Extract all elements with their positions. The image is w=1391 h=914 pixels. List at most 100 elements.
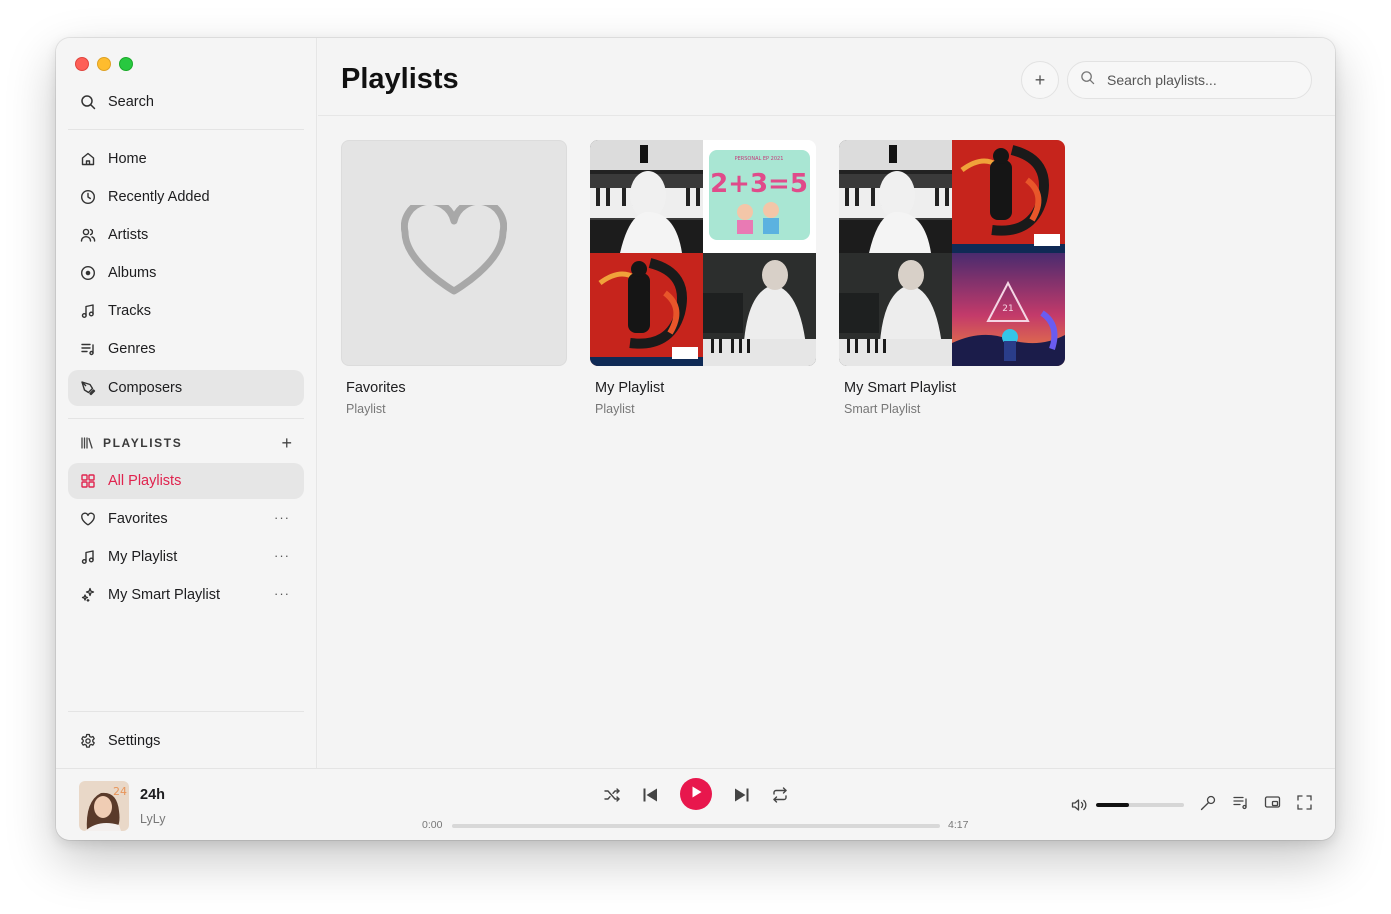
playlist-card-title: My Smart Playlist: [844, 380, 956, 396]
sidebar-item-tracks[interactable]: Tracks: [68, 293, 304, 329]
search-icon: [1080, 70, 1107, 90]
playlist-card-favorites[interactable]: Favorites Playlist: [341, 140, 567, 416]
add-playlist-button[interactable]: +: [281, 433, 292, 453]
expand-icon: [1296, 794, 1313, 816]
page-title: Playlists: [341, 63, 459, 95]
shuffle-icon: [603, 786, 621, 809]
heart-icon: [80, 511, 96, 527]
previous-track-button[interactable]: [635, 782, 665, 812]
sidebar-item-favorites[interactable]: Favorites ···: [68, 501, 304, 537]
next-track-button[interactable]: [727, 782, 757, 812]
sidebar-divider: [68, 129, 304, 130]
heart-icon: [400, 197, 508, 302]
playlist-cover[interactable]: 21: [839, 140, 1065, 366]
album-art-sunset: 21: [952, 253, 1065, 366]
sidebar-item-all-playlists[interactable]: All Playlists: [68, 463, 304, 499]
sidebar-item-home[interactable]: Home: [68, 141, 304, 177]
album-art-piano: [839, 140, 952, 253]
lyrics-button[interactable]: [1198, 795, 1218, 815]
sidebar-item-composers[interactable]: Composers: [68, 370, 304, 406]
album-art-text: 2+3=5: [710, 169, 808, 199]
app-window: Search Home Recently Added Artists Album…: [56, 38, 1335, 840]
sidebar-divider: [68, 418, 304, 419]
total-duration: 4:17: [948, 819, 969, 831]
volume-level: [1096, 803, 1130, 807]
playlist-cover[interactable]: [341, 140, 567, 366]
playlist-card-my-playlist[interactable]: PERSONAL EP 2021 2+3=5 My Playlist Playl…: [590, 140, 816, 416]
window-controls: [75, 57, 133, 71]
album-art-caption: PERSONAL EP 2021: [735, 156, 784, 162]
music-note-icon: [80, 303, 96, 319]
devices-icon: [1264, 794, 1281, 816]
playlists-section-heading: PLAYLISTS +: [80, 433, 292, 453]
now-playing-artwork[interactable]: 24: [79, 781, 129, 831]
queue-button[interactable]: [1230, 795, 1250, 815]
sidebar-item-label: Artists: [108, 227, 149, 243]
sidebar-item-albums[interactable]: Albums: [68, 255, 304, 291]
search-input[interactable]: [1107, 72, 1297, 88]
list-music-icon: [1232, 794, 1249, 816]
search-icon: [80, 94, 96, 110]
sidebar-item-label: Recently Added: [108, 189, 210, 205]
sidebar-item-label: Albums: [108, 265, 157, 281]
skip-forward-icon: [733, 786, 751, 809]
grid-icon: [80, 473, 96, 489]
main-content: Playlists + Favorites Playlist: [318, 38, 1335, 768]
more-options-button[interactable]: ···: [274, 548, 290, 563]
sidebar-item-my-playlist[interactable]: My Playlist ···: [68, 539, 304, 575]
sidebar-item-artists[interactable]: Artists: [68, 217, 304, 253]
repeat-icon: [771, 786, 789, 809]
cast-button[interactable]: [1262, 795, 1282, 815]
playlist-card-subtitle: Smart Playlist: [844, 402, 921, 416]
sidebar-item-recently-added[interactable]: Recently Added: [68, 179, 304, 215]
list-music-icon: [80, 341, 96, 357]
sparkles-icon: [80, 587, 96, 603]
playlists-heading-label: PLAYLISTS: [103, 436, 183, 450]
close-window-button[interactable]: [75, 57, 89, 71]
player-bar: 24 24h LyLy 0:00 4:17: [56, 768, 1335, 840]
sidebar-item-label: Home: [108, 151, 147, 167]
zoom-window-button[interactable]: [119, 57, 133, 71]
sidebar-item-label: My Playlist: [108, 549, 178, 565]
now-playing-artwork-badge: 24: [113, 785, 127, 798]
library-icon: [80, 436, 94, 450]
sidebar-item-genres[interactable]: Genres: [68, 331, 304, 367]
pen-icon: [80, 380, 96, 396]
home-icon: [80, 151, 96, 167]
playlist-card-title: Favorites: [346, 380, 406, 396]
play-button[interactable]: [680, 778, 712, 810]
progress-bar[interactable]: [452, 824, 940, 828]
sidebar-item-settings[interactable]: Settings: [68, 723, 304, 759]
elapsed-time: 0:00: [422, 819, 443, 831]
playlist-card-title: My Playlist: [595, 380, 665, 396]
skip-back-icon: [641, 786, 659, 809]
sidebar-item-label: Composers: [108, 380, 183, 396]
now-playing-artist[interactable]: LyLy: [140, 812, 165, 826]
shuffle-button[interactable]: [597, 782, 627, 812]
sidebar-search[interactable]: Search: [68, 84, 304, 120]
repeat-button[interactable]: [765, 782, 795, 812]
playlist-card-my-smart-playlist[interactable]: 21 My Smart Playlist Smart Playlist: [839, 140, 1065, 416]
now-playing-title[interactable]: 24h: [140, 787, 165, 803]
volume-icon[interactable]: [1070, 796, 1088, 814]
sidebar-item-my-smart-playlist[interactable]: My Smart Playlist ···: [68, 577, 304, 613]
users-icon: [80, 227, 96, 243]
playlist-search-field[interactable]: [1067, 61, 1312, 99]
album-art-piano: [590, 140, 703, 253]
minimize-window-button[interactable]: [97, 57, 111, 71]
more-options-button[interactable]: ···: [274, 586, 290, 601]
play-icon: [689, 785, 703, 804]
gear-icon: [80, 733, 96, 749]
album-art-red-swirl: [952, 140, 1065, 253]
new-playlist-button[interactable]: +: [1021, 61, 1059, 99]
page-header: Playlists +: [318, 38, 1335, 116]
album-art-keyboard: [703, 253, 816, 366]
album-art-red-swirl: [590, 253, 703, 366]
sidebar-divider: [68, 711, 304, 712]
fullscreen-button[interactable]: [1294, 795, 1314, 815]
playlist-cover[interactable]: PERSONAL EP 2021 2+3=5: [590, 140, 816, 366]
volume-slider[interactable]: [1096, 803, 1184, 807]
music-note-icon: [80, 549, 96, 565]
album-art-math: PERSONAL EP 2021 2+3=5: [703, 140, 816, 253]
more-options-button[interactable]: ···: [274, 510, 290, 525]
